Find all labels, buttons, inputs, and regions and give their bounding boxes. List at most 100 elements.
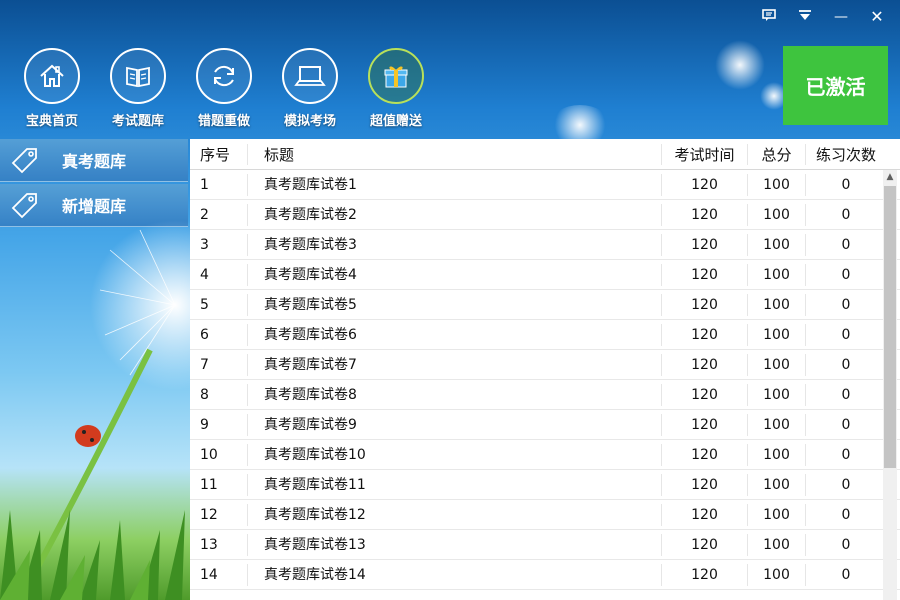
nav-label: 考试题库 (111, 114, 164, 129)
cell-total-score: 100 (748, 173, 806, 196)
cell-exam-time: 120 (662, 473, 748, 496)
cell-practice-count: 0 (841, 386, 851, 403)
nav-gift[interactable]: 超值赠送 (364, 48, 428, 129)
cell-practice-count: 0 (841, 296, 851, 313)
cell-title: 真考题库试卷2 (248, 203, 662, 226)
table-header: 序号 标题 考试时间 总分 练习次数 (190, 139, 900, 170)
cell-practice-count: 0 (841, 236, 851, 253)
cell-practice-count: 0 (841, 206, 851, 223)
cell-practice-count: 0 (841, 446, 851, 463)
header-title[interactable]: 标题 (248, 143, 662, 165)
cell-total-score: 100 (748, 233, 806, 256)
cell-title: 真考题库试卷1 (248, 173, 662, 196)
cell-total-score: 100 (748, 413, 806, 436)
cell-no: 8 (190, 383, 248, 406)
book-icon (110, 48, 166, 104)
table-row[interactable]: 3 真考题库试卷3 120 100 0 (190, 230, 900, 260)
cell-no: 7 (190, 353, 248, 376)
cell-exam-time: 120 (662, 413, 748, 436)
cell-no: 2 (190, 203, 248, 226)
vertical-scrollbar[interactable]: ▲ (883, 170, 897, 600)
cell-practice-count: 0 (841, 566, 851, 583)
cell-practice-count: 0 (841, 416, 851, 433)
table-row[interactable]: 9 真考题库试卷9 120 100 0 (190, 410, 900, 440)
cell-practice-count: 0 (841, 356, 851, 373)
table-row[interactable]: 6 真考题库试卷6 120 100 0 (190, 320, 900, 350)
sky-glow (715, 40, 765, 90)
cell-title: 真考题库试卷11 (248, 473, 662, 496)
cell-exam-time: 120 (662, 293, 748, 316)
sidebar-item-label: 真考题库 (62, 152, 127, 171)
nav-mock-exam[interactable]: 模拟考场 (278, 48, 342, 129)
cell-practice-count: 0 (841, 476, 851, 493)
header-total-score[interactable]: 总分 (748, 143, 806, 165)
cell-no: 13 (190, 533, 248, 556)
cell-exam-time: 120 (662, 263, 748, 286)
table-row[interactable]: 13 真考题库试卷13 120 100 0 (190, 530, 900, 560)
window-controls: — ✕ (760, 8, 886, 26)
cell-exam-time: 120 (662, 353, 748, 376)
nav-label: 宝典首页 (25, 114, 78, 129)
close-button[interactable]: ✕ (868, 8, 886, 26)
cell-title: 真考题库试卷5 (248, 293, 662, 316)
header-exam-time[interactable]: 考试时间 (662, 143, 748, 165)
table-body: 1 真考题库试卷1 120 100 0 2 真考题库试卷2 120 100 0 3 真考题库试卷3 12… (190, 170, 900, 590)
header-practice-count[interactable]: 练习次数 (806, 144, 886, 165)
cell-title: 真考题库试卷6 (248, 323, 662, 346)
table-row[interactable]: 10 真考题库试卷10 120 100 0 (190, 440, 900, 470)
table-row[interactable]: 12 真考题库试卷12 120 100 0 (190, 500, 900, 530)
cell-no: 14 (190, 563, 248, 586)
chat-bubble-icon[interactable] (760, 8, 778, 26)
table-row[interactable]: 7 真考题库试卷7 120 100 0 (190, 350, 900, 380)
laptop-icon (282, 48, 338, 104)
nav-label: 错题重做 (197, 114, 250, 129)
cell-total-score: 100 (748, 383, 806, 406)
cell-title: 真考题库试卷3 (248, 233, 662, 256)
header-no[interactable]: 序号 (190, 143, 248, 165)
cell-title: 真考题库试卷4 (248, 263, 662, 286)
cell-no: 1 (190, 173, 248, 196)
gift-icon (368, 48, 424, 104)
cell-practice-count: 0 (841, 506, 851, 523)
cell-total-score: 100 (748, 473, 806, 496)
cell-no: 12 (190, 503, 248, 526)
table-row[interactable]: 4 真考题库试卷4 120 100 0 (190, 260, 900, 290)
dandelion-illustration (0, 220, 190, 600)
scroll-up-icon[interactable]: ▲ (883, 170, 897, 184)
sidebar-item-real-exam-bank[interactable]: 真考题库 (0, 139, 188, 182)
minimize-button[interactable]: — (832, 8, 850, 26)
cell-exam-time: 120 (662, 383, 748, 406)
cell-title: 真考题库试卷10 (248, 443, 662, 466)
table-row[interactable]: 5 真考题库试卷5 120 100 0 (190, 290, 900, 320)
cell-total-score: 100 (748, 293, 806, 316)
nav-redo-mistakes[interactable]: 错题重做 (192, 48, 256, 129)
cell-practice-count: 0 (841, 536, 851, 553)
cell-no: 9 (190, 413, 248, 436)
cell-practice-count: 0 (841, 326, 851, 343)
scrollbar-thumb[interactable] (884, 186, 896, 468)
cell-exam-time: 120 (662, 203, 748, 226)
cell-exam-time: 120 (662, 563, 748, 586)
activated-button[interactable]: 已激活 (783, 46, 888, 125)
cell-no: 5 (190, 293, 248, 316)
cell-title: 真考题库试卷8 (248, 383, 662, 406)
exam-paper-table: 序号 标题 考试时间 总分 练习次数 1 真考题库试卷1 120 100 0 2 真考题库试… (190, 139, 900, 600)
dropdown-menu-icon[interactable] (796, 8, 814, 26)
nav-home[interactable]: 宝典首页 (20, 48, 84, 129)
table-row[interactable]: 8 真考题库试卷8 120 100 0 (190, 380, 900, 410)
cell-title: 真考题库试卷7 (248, 353, 662, 376)
table-row[interactable]: 14 真考题库试卷14 120 100 0 (190, 560, 900, 590)
cell-exam-time: 120 (662, 173, 748, 196)
table-row[interactable]: 11 真考题库试卷11 120 100 0 (190, 470, 900, 500)
cell-title: 真考题库试卷13 (248, 533, 662, 556)
cell-total-score: 100 (748, 353, 806, 376)
nav-label: 模拟考场 (283, 114, 336, 129)
cell-exam-time: 120 (662, 503, 748, 526)
nav-exam-bank[interactable]: 考试题库 (106, 48, 170, 129)
cell-no: 11 (190, 473, 248, 496)
top-nav: 宝典首页 考试题库 错题重做 模拟考场 超值赠送 (20, 48, 428, 129)
table-row[interactable]: 1 真考题库试卷1 120 100 0 (190, 170, 900, 200)
cell-exam-time: 120 (662, 233, 748, 256)
cell-exam-time: 120 (662, 533, 748, 556)
table-row[interactable]: 2 真考题库试卷2 120 100 0 (190, 200, 900, 230)
